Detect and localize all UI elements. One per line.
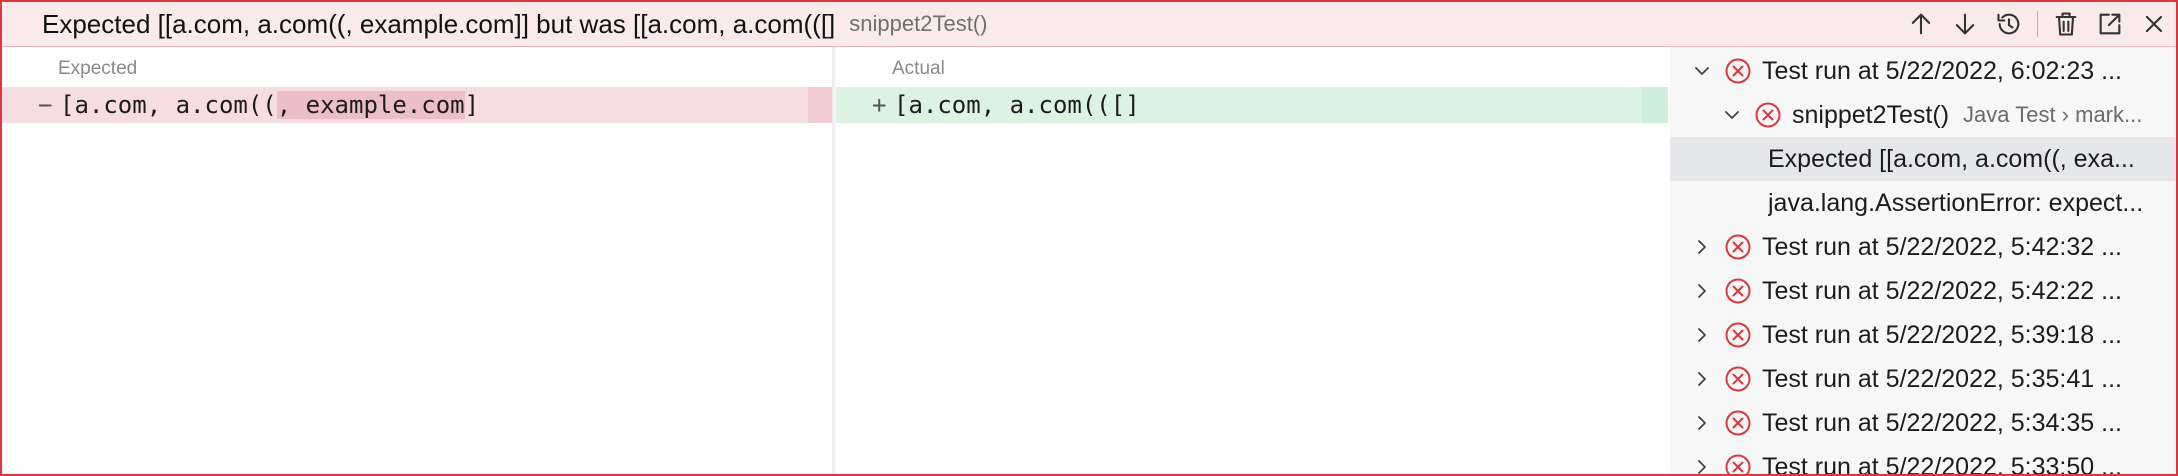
error-icon xyxy=(1725,366,1751,392)
error-icon xyxy=(1755,102,1781,128)
test-name: snippet2Test() xyxy=(849,11,988,36)
toolbar-separator xyxy=(2037,11,2038,37)
header-toolbar xyxy=(1899,2,2176,46)
actual-pane: Actual + [a.com, a.com(([] xyxy=(836,47,1668,474)
tree-row-label: Test run at 5/22/2022, 5:39:18 ... xyxy=(1762,320,2122,349)
tree-row-test-run[interactable]: Test run at 5/22/2022, 5:33:50 ... xyxy=(1670,445,2176,474)
tree-row-label: snippet2Test() xyxy=(1792,100,1950,129)
arrow-down-icon[interactable] xyxy=(1943,2,1987,46)
tree-row-label: Test run at 5/22/2022, 5:42:22 ... xyxy=(1762,276,2122,305)
tree-row-test-run[interactable]: Test run at 5/22/2022, 5:35:41 ... xyxy=(1670,357,2176,401)
tree-row-test-method[interactable]: snippet2Test() Java Test › mark... xyxy=(1670,93,2176,137)
error-icon xyxy=(1725,278,1751,304)
chevron-down-icon[interactable] xyxy=(1690,59,1714,83)
error-icon xyxy=(1725,410,1751,436)
expected-text-post: ] xyxy=(464,91,480,119)
error-icon xyxy=(1725,454,1751,474)
expected-diff-line: − [a.com, a.com((, example.com] xyxy=(2,87,834,123)
tree-row-test-run[interactable]: Test run at 5/22/2022, 5:39:18 ... xyxy=(1670,313,2176,357)
error-icon xyxy=(1725,322,1751,348)
actual-value: [a.com, a.com(([] xyxy=(894,91,1140,119)
tree-row-test-run[interactable]: Test run at 5/22/2022, 5:42:22 ... xyxy=(1670,269,2176,313)
tree-row-label: Test run at 5/22/2022, 5:42:32 ... xyxy=(1762,232,2122,261)
close-icon[interactable] xyxy=(2132,2,2176,46)
tree-row-stack-trace[interactable]: java.lang.AssertionError: expect... xyxy=(1670,181,2176,225)
tree-row-label: Test run at 5/22/2022, 5:33:50 ... xyxy=(1762,452,2122,475)
tree-row-message[interactable]: Expected [[a.com, a.com((, exa... xyxy=(1670,137,2176,181)
chevron-down-icon[interactable] xyxy=(1720,103,1744,127)
open-external-icon[interactable] xyxy=(2088,2,2132,46)
actual-diff-line: + [a.com, a.com(([] xyxy=(836,87,1668,123)
history-icon[interactable] xyxy=(1987,2,2031,46)
chevron-right-icon[interactable] xyxy=(1690,323,1714,347)
tree-row-label: Test run at 5/22/2022, 5:34:35 ... xyxy=(1762,408,2122,437)
chevron-right-icon[interactable] xyxy=(1690,235,1714,259)
error-icon xyxy=(1725,58,1751,84)
chevron-right-icon[interactable] xyxy=(1690,411,1714,435)
arrow-up-icon[interactable] xyxy=(1899,2,1943,46)
tree-row-test-run[interactable]: Test run at 5/22/2022, 5:42:32 ... xyxy=(1670,225,2176,269)
expected-text-highlight: , example.com xyxy=(276,91,465,119)
overview-ruler-marker xyxy=(808,87,834,123)
tree-row-test-run[interactable]: Test run at 5/22/2022, 6:02:23 ... xyxy=(1670,49,2176,93)
expected-pane: Expected − [a.com, a.com((, example.com] xyxy=(2,47,834,474)
error-icon xyxy=(1725,234,1751,260)
tree-row-label: Test run at 5/22/2022, 6:02:23 ... xyxy=(1762,56,2122,85)
removed-sign: − xyxy=(38,91,53,119)
test-history-tree: Test run at 5/22/2022, 6:02:23 ... snipp… xyxy=(1670,47,2176,474)
expected-value: [a.com, a.com((, example.com] xyxy=(60,87,479,123)
chevron-right-icon[interactable] xyxy=(1690,455,1714,474)
overview-ruler-marker xyxy=(1642,87,1668,123)
added-sign: + xyxy=(872,91,887,119)
expected-text-pre: [a.com, a.com(( xyxy=(60,91,277,119)
tree-row-test-run[interactable]: Test run at 5/22/2022, 5:34:35 ... xyxy=(1670,401,2176,445)
expected-label: Expected xyxy=(58,58,138,79)
chevron-right-icon[interactable] xyxy=(1690,279,1714,303)
trash-icon[interactable] xyxy=(2044,2,2088,46)
failure-message: Expected [[a.com, a.com((, example.com]]… xyxy=(42,8,836,39)
tree-row-description: Java Test › mark... xyxy=(1963,102,2143,127)
actual-label: Actual xyxy=(892,58,945,79)
tree-row-label: Test run at 5/22/2022, 5:35:41 ... xyxy=(1762,364,2122,393)
tree-row-label: java.lang.AssertionError: expect... xyxy=(1768,188,2144,217)
chevron-right-icon[interactable] xyxy=(1690,367,1714,391)
failure-header: Expected [[a.com, a.com((, example.com]]… xyxy=(2,2,2176,47)
tree-row-label: Expected [[a.com, a.com((, exa... xyxy=(1768,144,2135,173)
